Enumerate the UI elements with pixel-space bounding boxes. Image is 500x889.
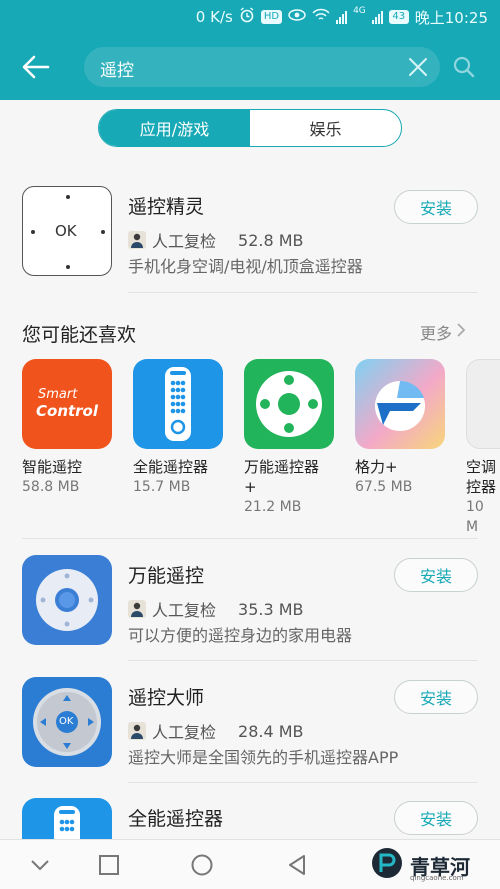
app-list-item[interactable]: 全能遥控器 安装 xyxy=(0,798,500,839)
app-size: 35.3 MB xyxy=(238,599,304,619)
app-description: 手机化身空调/电视/机顶盒遥控器 xyxy=(128,257,363,276)
divider xyxy=(128,660,478,661)
wifi-icon xyxy=(312,8,330,26)
eye-icon xyxy=(288,8,306,26)
tab-apps-games[interactable]: 应用/游戏 xyxy=(99,110,250,146)
recommended-app-size: 21.2 MB xyxy=(244,499,302,515)
watermark-logo-icon xyxy=(370,846,404,884)
divider xyxy=(128,292,478,293)
dpad-remote-icon xyxy=(244,359,334,449)
verified-label: 人工复检 xyxy=(152,601,217,620)
network-speed: 0 K/s xyxy=(195,8,233,26)
site-watermark: 青草河 qingcaohe.com xyxy=(370,846,494,884)
recommended-app[interactable]: 格力+ 67.5 MB xyxy=(355,359,447,497)
icon-text-control: Control xyxy=(36,402,99,420)
install-button[interactable]: 安装 xyxy=(394,190,478,224)
app-meta: 人工复检 28.4 MB xyxy=(128,719,304,743)
recents-square-icon[interactable] xyxy=(97,853,121,877)
aircon-remote-icon xyxy=(466,359,500,449)
recommended-app-name: 智能遥控 xyxy=(22,458,83,476)
status-bar: 0 K/s HD 4G 43 晚上10:25 xyxy=(196,6,488,28)
app-icon-quanneng-yaokongqi xyxy=(22,798,112,839)
app-name: 万能遥控 xyxy=(128,565,205,587)
install-button[interactable]: 安装 xyxy=(394,558,478,592)
recommended-app-name: 全能遥控器 xyxy=(133,458,209,476)
reviewer-avatar-icon xyxy=(128,231,146,249)
reviewer-avatar-icon xyxy=(128,722,146,740)
icon-ok-label: OK xyxy=(59,716,74,727)
app-name: 全能遥控器 xyxy=(128,808,224,830)
recommended-app-size: 15.7 MB xyxy=(133,479,191,495)
recommended-app[interactable]: 空调 控器 10 M xyxy=(466,359,500,537)
recommended-app-name: 空调 控器 xyxy=(466,458,497,496)
signal-icon-2 xyxy=(371,10,383,24)
app-size: 52.8 MB xyxy=(238,230,304,250)
hd-badge: HD xyxy=(260,10,283,24)
remote-control-icon xyxy=(133,359,223,449)
reviewer-avatar-icon xyxy=(128,600,146,618)
app-list-item[interactable]: OK 遥控大师 人工复检 28.4 MB 遥控大师是全国领先的手机遥控器APP … xyxy=(0,677,500,773)
section-title: 您可能还喜欢 xyxy=(22,324,137,346)
verified-label: 人工复检 xyxy=(152,723,217,742)
smart-control-icon: Smart Control xyxy=(22,359,112,449)
watermark-sub: qingcaohe.com xyxy=(410,874,464,882)
back-triangle-icon[interactable] xyxy=(285,853,309,877)
recommended-app-name: 万能遥控器 + xyxy=(244,458,320,496)
search-query-text: 遥控 xyxy=(100,61,134,81)
app-meta: 人工复检 35.3 MB xyxy=(128,597,304,621)
clock: 晚上10:25 xyxy=(414,8,488,27)
recommended-app[interactable]: 万能遥控器 + 21.2 MB xyxy=(244,359,336,517)
recommended-app[interactable]: Smart Control 智能遥控 58.8 MB xyxy=(22,359,114,497)
icon-ok-label: OK xyxy=(55,222,77,240)
app-name: 遥控大师 xyxy=(128,687,205,709)
home-circle-icon[interactable] xyxy=(190,853,214,877)
recommended-app[interactable]: 全能遥控器 15.7 MB xyxy=(133,359,225,497)
app-size: 28.4 MB xyxy=(238,721,304,741)
more-link[interactable]: 更多 xyxy=(420,320,466,344)
divider xyxy=(128,782,478,783)
chevron-down-icon[interactable] xyxy=(28,853,52,877)
tab-entertainment[interactable]: 娱乐 xyxy=(250,110,401,146)
search-icon[interactable] xyxy=(452,55,476,79)
chevron-right-icon xyxy=(456,322,466,342)
search-input[interactable]: 遥控 xyxy=(84,47,440,87)
app-list-item[interactable]: 万能遥控 人工复检 35.3 MB 可以方便的遥控身边的家用电器 安装 xyxy=(0,555,500,651)
back-arrow-icon[interactable] xyxy=(20,51,52,83)
recommended-app-name: 格力+ xyxy=(355,458,398,476)
install-button[interactable]: 安装 xyxy=(394,680,478,714)
network-type: 4G xyxy=(353,6,366,16)
app-icon-yaokong-dashi: OK xyxy=(22,677,112,767)
app-icon-yaokong-jingling: OK xyxy=(22,186,112,276)
app-description: 遥控大师是全国领先的手机遥控器APP xyxy=(128,748,399,767)
icon-text-smart: Smart xyxy=(38,387,78,402)
more-label: 更多 xyxy=(420,324,453,343)
recommended-app-size: 67.5 MB xyxy=(355,479,413,495)
app-name: 遥控精灵 xyxy=(128,196,205,218)
verified-label: 人工复检 xyxy=(152,232,217,251)
app-meta: 人工复检 52.8 MB xyxy=(128,228,304,252)
clear-icon[interactable] xyxy=(406,55,430,79)
install-button[interactable]: 安装 xyxy=(394,801,478,835)
app-description: 可以方便的遥控身边的家用电器 xyxy=(128,626,353,645)
signal-icon xyxy=(336,10,348,24)
battery-indicator: 43 xyxy=(388,10,409,24)
recommended-app-size: 10 M xyxy=(466,499,484,535)
alarm-icon xyxy=(239,7,255,27)
gree-logo-icon xyxy=(355,359,445,449)
app-icon-wanneng-yaokong xyxy=(22,555,112,645)
app-list-item[interactable]: OK 遥控精灵 人工复检 52.8 MB 手机化身空调/电视/机顶盒遥控器 安装 xyxy=(0,186,500,282)
app-header: 0 K/s HD 4G 43 晚上10:25 遥控 xyxy=(0,0,500,100)
recommended-app-size: 58.8 MB xyxy=(22,479,80,495)
category-tabs: 应用/游戏 娱乐 xyxy=(98,109,402,147)
divider xyxy=(22,538,478,539)
